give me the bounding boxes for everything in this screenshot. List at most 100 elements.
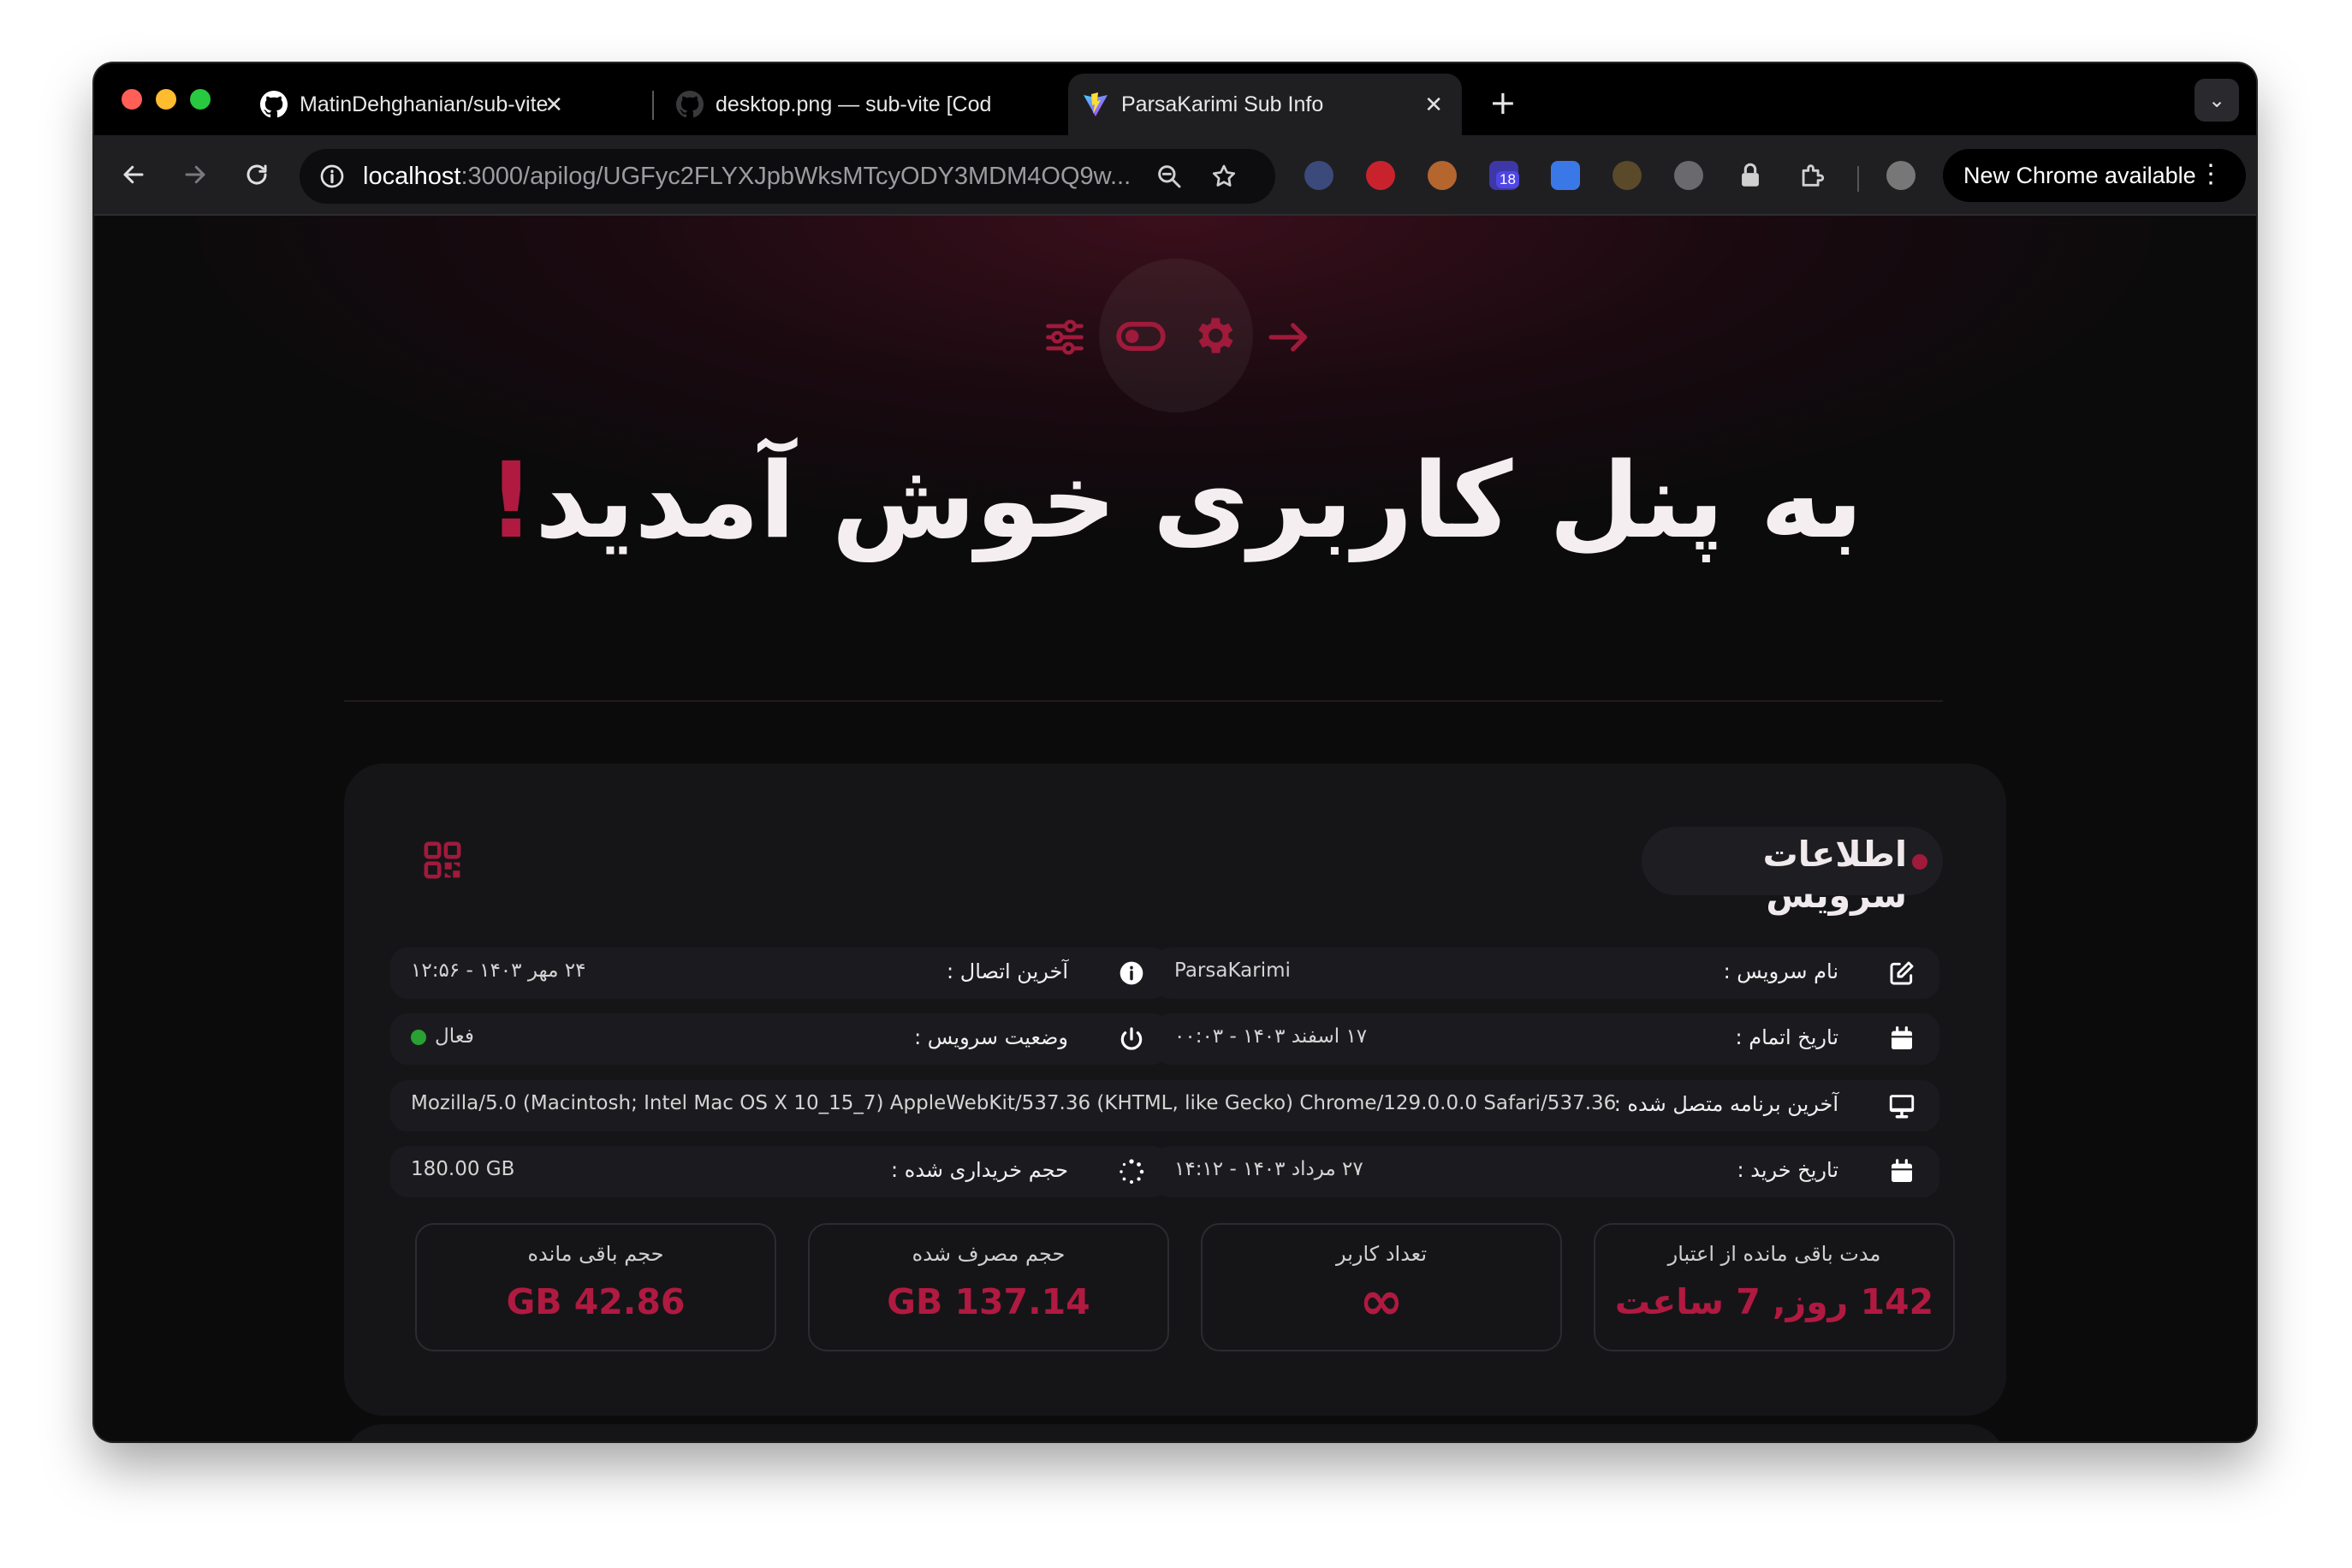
tab-search-chevron-down-icon[interactable]: ⌄ [2195,79,2239,122]
stat-value: 42.86 GB [506,1281,686,1322]
tab-parsakarimi-sub-info[interactable]: ParsaKarimi Sub Info ✕ [1068,74,1462,135]
toolbar-divider [1857,166,1859,192]
expire-date-label: تاریخ اتمام : [1735,1025,1839,1049]
section-title: اطلاعات سرویس [1762,834,1907,916]
tab-github-sub-vite[interactable]: MatinDehghanian/sub-vite ✕ [248,74,582,135]
bug-extension-icon[interactable] [1613,161,1642,190]
calendar-icon [1886,1156,1917,1187]
tab-title: MatinDehghanian/sub-vite [300,92,548,116]
new-chrome-available-button[interactable]: New Chrome available ⋮ [1943,149,2246,202]
cursor-extension-icon[interactable] [1304,161,1333,190]
service-status-label: وضعیت سرویس : [914,1025,1068,1049]
url-text[interactable]: localhost:3000/apilog/UGFyc2FLYXJpbWksMT… [363,163,1159,191]
minimize-window-button[interactable] [156,89,176,110]
toggle-icon [1114,310,1167,366]
address-bar[interactable]: localhost:3000/apilog/UGFyc2FLYXJpbWksMT… [300,149,1275,204]
power-icon [1116,1024,1147,1054]
expire-date-value: ۱۷ اسفند ۱۴۰۳ - ۰۰:۰۳ [1174,1025,1368,1048]
service-name-row: نام سرویس : ParsaKarimi [1154,947,1939,999]
purchase-date-row: تاریخ خرید : ۲۷ مرداد ۱۴۰۳ - ۱۴:۱۲ [1154,1146,1939,1197]
extensions-puzzle-icon[interactable] [1797,161,1826,190]
last-app-row: آخرین برنامه متصل شده : Mozilla/5.0 (Mac… [390,1080,1939,1131]
close-window-button[interactable] [122,89,142,110]
service-status-row: وضعیت سرویس : فعال [390,1013,1169,1065]
info-icon [1116,958,1147,989]
more-vertical-icon[interactable]: ⋮ [2198,159,2224,190]
last-app-label: آخرین برنامه متصل شده : [1613,1092,1838,1116]
browser-window: MatinDehghanian/sub-vite ✕ desktop.png —… [94,63,2256,1441]
tab-title: ParsaKarimi Sub Info [1121,92,1324,116]
next-card-partial [344,1424,2006,1441]
stat-used-volume: حجم مصرف شده 137.14 GB [808,1223,1169,1351]
section-title-dot [1912,854,1927,870]
stat-user-count: تعداد کاربر ∞ [1201,1223,1562,1351]
vite-icon [1082,91,1109,118]
monitor-icon [1886,1090,1917,1121]
close-tab-icon[interactable]: ✕ [1424,92,1443,118]
last-connection-value: ۲۴ مهر ۱۴۰۳ - ۱۲:۵۶ [411,959,586,982]
adblock-extension-icon[interactable] [1366,161,1395,190]
service-info-card: اطلاعات سرویس نام سرویس : ParsaKarimi آخ… [344,763,2006,1416]
purchased-volume-row: حجم خریداری شده : 180.00 GB [390,1146,1169,1197]
stat-label: حجم باقی مانده [527,1242,664,1266]
forward-arrow-icon[interactable] [175,154,216,195]
github-icon [260,91,288,118]
new-chrome-label: New Chrome available [1963,162,2196,188]
welcome-title-text: به پنل کاربری خوش آمدید [535,440,1863,561]
circle-extension-icon[interactable] [1674,161,1703,190]
hero-divider [344,700,1943,702]
badge-extension-icon[interactable]: 18 [1489,161,1519,190]
lock-extension-icon[interactable] [1736,161,1765,190]
tab-bar: MatinDehghanian/sub-vite ✕ desktop.png —… [94,63,2256,135]
purchased-volume-label: حجم خریداری شده : [891,1158,1068,1182]
url-path: :3000/apilog/UGFyc2FLYXJpbWksMTcyODY3MDM… [460,163,1131,190]
welcome-title: به پنل کاربری خوش آمدید! [94,440,2256,561]
arrow-right-icon [1265,313,1313,365]
back-arrow-icon[interactable] [113,154,154,195]
service-status-value: فعال [411,1025,474,1048]
status-active-dot [411,1029,426,1045]
calendar-icon [1886,1024,1917,1054]
edit-icon [1886,958,1917,989]
gear-icon [1190,312,1238,363]
browser-toolbar: localhost:3000/apilog/UGFyc2FLYXJpbWksMT… [94,135,2256,216]
status-text: فعال [435,1025,474,1048]
stat-value: ∞ [1359,1269,1404,1332]
new-tab-icon[interactable]: + [1489,84,1517,122]
bookmark-star-icon[interactable] [1210,163,1238,190]
extension-badge: 18 [1496,171,1519,188]
stat-remaining-volume: حجم باقی مانده 42.86 GB [415,1223,776,1351]
welcome-exclamation: ! [487,440,536,561]
zoom-icon[interactable] [1155,163,1183,190]
stat-remaining-time: مدت باقی مانده از اعتبار 142 روز, 7 ساعت [1594,1223,1955,1351]
last-app-value: Mozilla/5.0 (Macintosh; Intel Mac OS X 1… [411,1092,1617,1114]
maximize-window-button[interactable] [190,89,211,110]
purchase-date-value: ۲۷ مرداد ۱۴۰۳ - ۱۴:۱۲ [1174,1158,1363,1180]
stat-label: مدت باقی مانده از اعتبار [1667,1242,1881,1266]
github-icon [676,91,704,118]
last-connection-label: آخرین اتصال : [947,959,1068,983]
purchased-volume-value: 180.00 GB [411,1158,515,1180]
stat-label: حجم مصرف شده [912,1242,1066,1266]
profile-avatar[interactable] [1886,161,1915,190]
page-content: به پنل کاربری خوش آمدید! اطلاعات سرویس ن… [94,216,2256,1441]
close-tab-icon[interactable]: ✕ [544,92,563,118]
sliders-icon [1042,315,1087,363]
site-info-icon[interactable] [318,163,346,190]
last-connection-row: آخرین اتصال : ۲۴ مهر ۱۴۰۳ - ۱۲:۵۶ [390,947,1169,999]
spinner-icon [1116,1156,1147,1187]
reload-icon[interactable] [236,154,277,195]
translate-extension-icon[interactable] [1551,161,1580,190]
purchase-date-label: تاریخ خرید : [1737,1158,1838,1182]
stat-label: تعداد کاربر [1335,1242,1428,1266]
service-name-value: ParsaKarimi [1174,959,1291,982]
service-name-label: نام سرویس : [1723,959,1838,983]
stat-value: 137.14 GB [887,1281,1090,1322]
section-title-pill: اطلاعات سرویس [1642,827,1943,916]
stat-value: 142 روز, 7 ساعت [1614,1281,1934,1322]
url-host: localhost [363,163,461,190]
tab-separator [652,91,654,120]
expire-date-row: تاریخ اتمام : ۱۷ اسفند ۱۴۰۳ - ۰۰:۰۳ [1154,1013,1939,1065]
qr-code-icon[interactable] [423,840,462,883]
cookie-extension-icon[interactable] [1428,161,1457,190]
